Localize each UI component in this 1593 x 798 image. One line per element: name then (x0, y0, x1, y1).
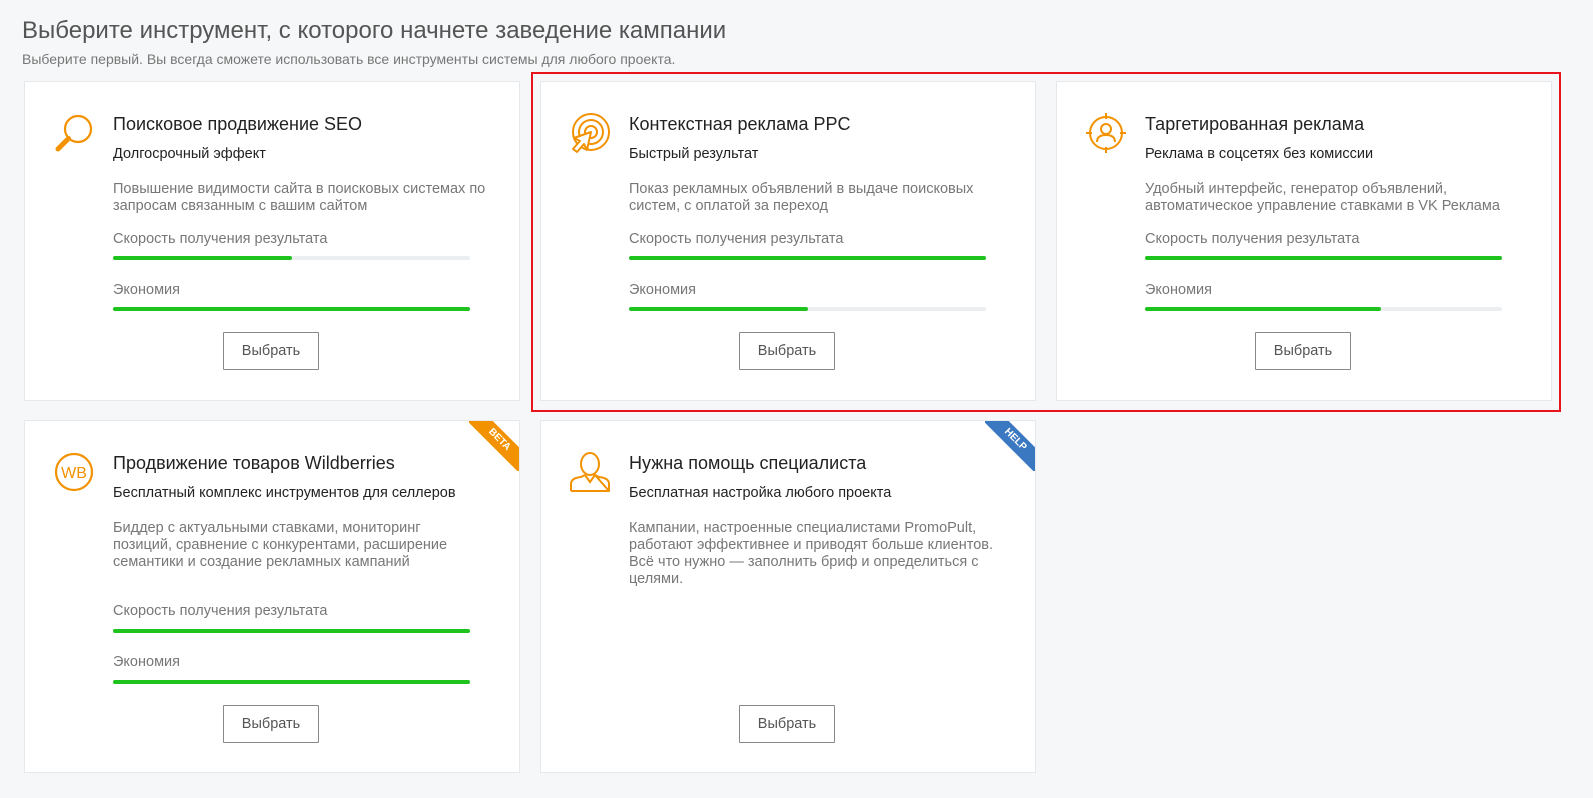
speed-label: Скорость получения результата (629, 231, 844, 247)
card-description: Показ рекламных объявлений в выдаче поис… (629, 181, 974, 214)
target-click-icon (572, 113, 610, 153)
card-subtitle: Бесплатная настройка любого проекта (629, 485, 892, 501)
select-targeted-button[interactable]: Выбрать (1255, 332, 1351, 370)
economy-bar-fill (629, 307, 808, 311)
speed-bar (113, 256, 470, 260)
speed-bar-fill (1145, 256, 1502, 260)
beta-ribbon: BETA (469, 421, 519, 471)
person-icon (570, 452, 610, 492)
page-title: Выберите инструмент, с которого начнете … (22, 17, 727, 44)
economy-bar-fill (113, 307, 470, 311)
page-subtitle: Выберите первый. Вы всегда сможете испол… (22, 51, 676, 67)
svg-text:WB: WB (61, 465, 87, 482)
speed-bar (113, 629, 470, 633)
help-badge: HELP (985, 421, 1035, 471)
speed-bar-fill (629, 256, 986, 260)
speed-bar (629, 256, 986, 260)
speed-bar-fill (113, 629, 470, 633)
speed-label: Скорость получения результата (113, 231, 328, 247)
select-specialist-button[interactable]: Выбрать (739, 705, 835, 743)
card-description: Удобный интерфейс, генератор объявлений,… (1145, 181, 1500, 214)
card-ppc: Контекстная реклама PPC Быстрый результа… (540, 81, 1036, 401)
speed-label: Скорость получения результата (1145, 231, 1360, 247)
speed-label: Скорость получения результата (113, 603, 328, 619)
wb-icon: WB (54, 452, 94, 492)
card-description: Кампании, настроенные специалистами Prom… (629, 520, 994, 587)
card-title: Нужна помощь специалиста (629, 453, 867, 473)
economy-bar-fill (113, 680, 470, 684)
card-subtitle: Быстрый результат (629, 146, 759, 162)
economy-bar (113, 307, 470, 311)
economy-bar (1145, 307, 1502, 311)
economy-bar (629, 307, 986, 311)
card-targeted: Таргетированная реклама Реклама в соцсет… (1056, 81, 1552, 401)
card-wildberries: BETA WB Продвижение товаров Wildberries … (24, 420, 520, 773)
select-ppc-button[interactable]: Выбрать (739, 332, 835, 370)
select-seo-button[interactable]: Выбрать (223, 332, 319, 370)
economy-label: Экономия (113, 654, 180, 670)
magnifier-icon (55, 114, 93, 152)
card-subtitle: Долгосрочный эффект (113, 146, 266, 162)
card-description: Повышение видимости сайта в поисковых си… (113, 181, 486, 214)
card-subtitle: Реклама в соцсетях без комиссии (1145, 146, 1374, 162)
economy-bar-fill (1145, 307, 1381, 311)
card-seo: Поисковое продвижение SEO Долгосрочный э… (24, 81, 520, 401)
card-specialist: HELP Нужна помощь специалиста Бесплатная… (540, 420, 1036, 773)
help-ribbon: HELP (985, 421, 1035, 471)
economy-label: Экономия (629, 282, 696, 298)
card-title: Контекстная реклама PPC (629, 114, 851, 134)
speed-bar (1145, 256, 1502, 260)
card-description: Биддер с актуальными ставками, мониторин… (113, 520, 448, 570)
economy-label: Экономия (1145, 282, 1212, 298)
target-person-icon (1086, 113, 1126, 153)
card-title: Поисковое продвижение SEO (113, 114, 363, 134)
economy-bar (113, 680, 470, 684)
card-title: Продвижение товаров Wildberries (113, 453, 395, 473)
economy-label: Экономия (113, 282, 180, 298)
card-subtitle: Бесплатный комплекс инструментов для сел… (113, 485, 456, 501)
select-wildberries-button[interactable]: Выбрать (223, 705, 319, 743)
beta-badge: BETA (469, 421, 519, 471)
speed-bar-fill (113, 256, 292, 260)
card-title: Таргетированная реклама (1145, 114, 1365, 134)
